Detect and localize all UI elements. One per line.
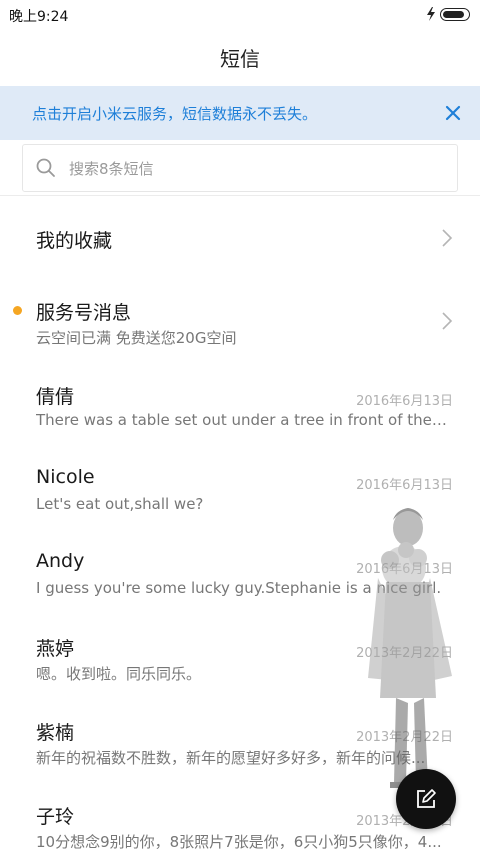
search-placeholder: 搜索8条短信	[69, 159, 154, 178]
search-icon	[36, 158, 55, 177]
battery-icon	[440, 7, 470, 21]
cloud-backup-banner[interactable]: 点击开启小米云服务，短信数据永不丢失。	[0, 86, 480, 140]
service-title: 服务号消息	[36, 302, 132, 324]
status-icons	[426, 6, 470, 22]
chevron-right-icon	[442, 312, 453, 330]
contact-name: Andy	[36, 550, 85, 572]
service-messages-row[interactable]: 服务号消息 云空间已满 免费送您20G空间	[0, 280, 480, 364]
compose-button[interactable]	[396, 769, 456, 829]
status-time: 晚上9:24	[9, 9, 69, 25]
page-title: 短信	[220, 46, 260, 71]
message-date: 2016年6月13日	[356, 394, 453, 409]
message-preview: 10分想念9别的你，8张照片7张是你，6只小狗5只像你，4...	[36, 833, 442, 851]
battery-level	[443, 10, 464, 18]
close-icon[interactable]	[440, 100, 466, 126]
favorites-row[interactable]: 我的收藏	[0, 196, 480, 280]
chevron-right-icon	[442, 229, 453, 247]
contact-name: 燕婷	[36, 638, 75, 660]
charging-icon	[427, 7, 435, 21]
banner-text[interactable]: 点击开启小米云服务，短信数据永不丢失。	[32, 103, 317, 124]
conversation-row[interactable]: 倩倩 2016年6月13日 There was a table set out …	[0, 364, 480, 448]
unread-dot	[13, 306, 22, 315]
contact-name: 子玲	[36, 806, 75, 828]
message-preview: There was a table set out under a tree i…	[36, 411, 450, 429]
title-bar: 短信	[0, 28, 480, 86]
contact-name: 倩倩	[36, 386, 75, 408]
message-date: 2016年6月13日	[356, 478, 453, 493]
contact-name: 紫楠	[36, 722, 75, 744]
favorites-title: 我的收藏	[36, 230, 113, 252]
contact-name: Nicole	[36, 466, 95, 488]
service-subtitle: 云空间已满 免费送您20G空间	[36, 329, 237, 347]
status-bar: 晚上9:24	[0, 0, 480, 28]
search-input[interactable]: 搜索8条短信	[22, 144, 458, 192]
compose-icon	[417, 789, 436, 808]
theme-illustration	[368, 508, 452, 788]
